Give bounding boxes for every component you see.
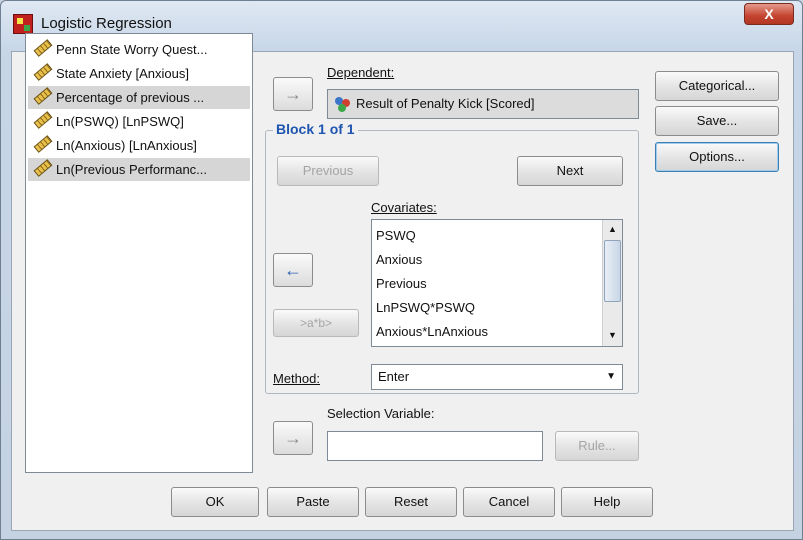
reset-button[interactable]: Reset — [365, 487, 457, 517]
selection-variable-field[interactable] — [327, 431, 543, 461]
variable-item[interactable]: Ln(Previous Performanc... — [28, 158, 250, 181]
paste-button[interactable]: Paste — [267, 487, 359, 517]
arrow-right-icon: → — [284, 428, 302, 448]
dependent-value: Result of Penalty Kick [Scored] — [356, 96, 535, 111]
spss-app-icon — [13, 14, 33, 34]
dependent-field[interactable]: Result of Penalty Kick [Scored] — [327, 89, 639, 119]
method-select[interactable]: Enter ▼ — [371, 364, 623, 390]
scale-variable-icon — [33, 111, 53, 129]
cancel-button[interactable]: Cancel — [463, 487, 555, 517]
options-button[interactable]: Options... — [655, 142, 779, 172]
covariates-list[interactable]: PSWQ Anxious Previous LnPSWQ*PSWQ Anxiou… — [371, 219, 623, 347]
covariate-item[interactable]: Previous — [374, 272, 602, 295]
variable-item[interactable]: Ln(PSWQ) [LnPSWQ] — [28, 110, 250, 133]
variable-label: Ln(PSWQ) [LnPSWQ] — [56, 114, 184, 129]
logistic-regression-dialog: Logistic Regression X Penn State Worry Q… — [0, 0, 803, 540]
save-button[interactable]: Save... — [655, 106, 779, 136]
scroll-down-icon[interactable]: ▼ — [604, 327, 621, 344]
variable-label: Ln(Previous Performanc... — [56, 162, 208, 177]
variable-item[interactable]: Penn State Worry Quest... — [28, 38, 250, 61]
scale-variable-icon — [33, 87, 53, 105]
covariates-scrollbar[interactable]: ▲ ▼ — [602, 220, 622, 346]
covariates-label: Covariates: — [371, 200, 437, 215]
method-value: Enter — [378, 369, 410, 384]
nominal-variable-icon — [335, 97, 351, 113]
method-label: Method: — [273, 371, 320, 386]
next-block-button[interactable]: Next — [517, 156, 623, 186]
variable-label: Percentage of previous ... — [56, 90, 205, 105]
move-to-dependent-button[interactable]: → — [273, 77, 313, 111]
covariate-item[interactable]: PSWQ — [374, 224, 602, 247]
rule-button[interactable]: Rule... — [555, 431, 639, 461]
block-title: Block 1 of 1 — [273, 121, 358, 137]
close-button[interactable]: X — [744, 3, 794, 25]
variable-item[interactable]: State Anxiety [Anxious] — [28, 62, 250, 85]
scroll-up-icon[interactable]: ▲ — [604, 221, 621, 238]
scale-variable-icon — [33, 159, 53, 177]
scroll-thumb[interactable] — [604, 240, 621, 302]
categorical-button[interactable]: Categorical... — [655, 71, 779, 101]
help-button[interactable]: Help — [561, 487, 653, 517]
covariate-item[interactable]: Anxious*LnAnxious — [374, 320, 602, 343]
chevron-down-icon: ▼ — [606, 371, 616, 382]
dependent-label: Dependent: — [327, 65, 395, 80]
window-title: Logistic Regression — [41, 15, 172, 32]
scale-variable-icon — [33, 39, 53, 57]
covariate-item[interactable]: Anxious — [374, 248, 602, 271]
scale-variable-icon — [33, 63, 53, 81]
ok-button[interactable]: OK — [171, 487, 259, 517]
scale-variable-icon — [33, 135, 53, 153]
variable-label: Penn State Worry Quest... — [56, 42, 208, 57]
arrow-right-icon: → — [284, 84, 302, 104]
variable-label: Ln(Anxious) [LnAnxious] — [56, 138, 197, 153]
arrow-left-icon: ← — [284, 260, 302, 280]
interaction-button[interactable]: >a*b> — [273, 309, 359, 337]
variable-item[interactable]: Percentage of previous ... — [28, 86, 250, 109]
move-to-selection-button[interactable]: → — [273, 421, 313, 455]
move-to-covariates-button[interactable]: ← — [273, 253, 313, 287]
variable-item[interactable]: Ln(Anxious) [LnAnxious] — [28, 134, 250, 157]
variable-list[interactable]: Penn State Worry Quest... State Anxiety … — [25, 33, 253, 473]
variable-label: State Anxiety [Anxious] — [56, 66, 189, 81]
previous-block-button[interactable]: Previous — [277, 156, 379, 186]
covariate-item[interactable]: LnPSWQ*PSWQ — [374, 296, 602, 319]
selection-variable-label: Selection Variable: — [327, 406, 435, 421]
